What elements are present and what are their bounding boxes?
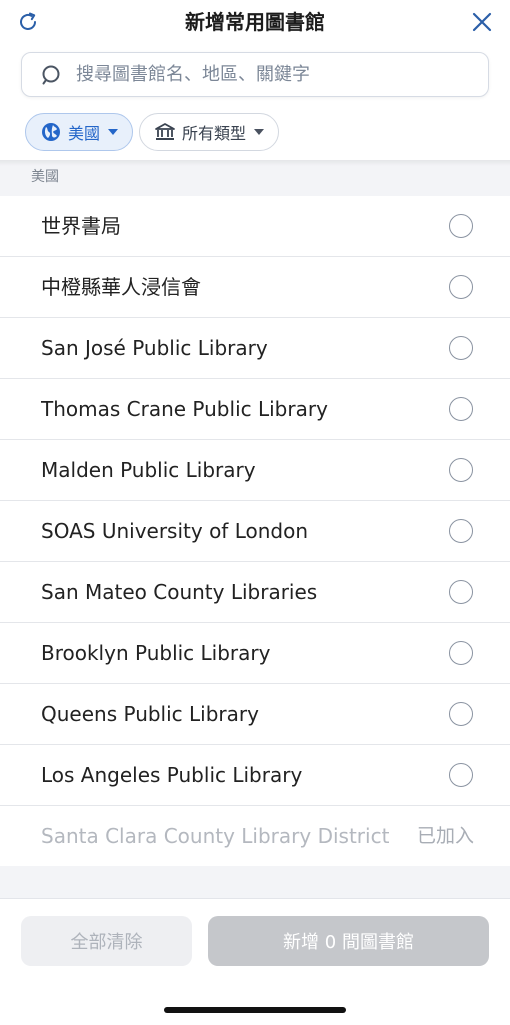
globe-icon <box>40 121 62 143</box>
library-row[interactable]: 中橙縣華人浸信會 <box>0 257 510 318</box>
clear-all-button[interactable]: 全部清除 <box>21 916 192 966</box>
chevron-down-icon <box>254 129 265 135</box>
library-row[interactable]: Thomas Crane Public Library <box>0 379 510 440</box>
select-radio[interactable] <box>449 336 473 360</box>
action-bar: 全部清除 新增 0 間圖書館 <box>0 898 510 1025</box>
select-radio[interactable] <box>449 519 473 543</box>
close-icon <box>472 12 492 32</box>
library-row[interactable]: San Mateo County Libraries <box>0 562 510 623</box>
library-building-icon <box>154 121 176 143</box>
section-label: 美國 <box>31 169 59 185</box>
home-indicator <box>164 1007 346 1013</box>
select-radio[interactable] <box>449 397 473 421</box>
library-row[interactable]: SOAS University of London <box>0 501 510 562</box>
type-filter-chip[interactable]: 所有類型 <box>139 113 280 151</box>
library-row[interactable]: Brooklyn Public Library <box>0 623 510 684</box>
library-name: San Mateo County Libraries <box>41 580 318 604</box>
library-row[interactable]: Queens Public Library <box>0 684 510 745</box>
library-name: 世界書局 <box>41 214 121 238</box>
select-radio[interactable] <box>449 214 473 238</box>
country-filter-label: 美國 <box>68 124 101 143</box>
library-list: 世界書局 中橙縣華人浸信會 San José Public Library Th… <box>0 196 510 867</box>
library-name: Brooklyn Public Library <box>41 641 271 665</box>
select-radio[interactable] <box>449 702 473 726</box>
type-filter-label: 所有類型 <box>182 124 247 143</box>
library-name: Santa Clara County Library District <box>41 824 390 848</box>
filter-bar: 美國 所有類型 <box>25 113 280 153</box>
search-icon <box>40 64 62 86</box>
library-name: San José Public Library <box>41 336 268 360</box>
select-radio[interactable] <box>449 763 473 787</box>
library-row[interactable]: 世界書局 <box>0 196 510 257</box>
library-name: SOAS University of London <box>41 519 309 543</box>
list-footer-spacer <box>0 866 510 898</box>
library-row[interactable]: Malden Public Library <box>0 440 510 501</box>
add-libraries-button[interactable]: 新增 0 間圖書館 <box>208 916 489 966</box>
select-radio[interactable] <box>449 275 473 299</box>
header: 新增常用圖書館 <box>0 0 510 44</box>
library-name: 中橙縣華人浸信會 <box>41 275 201 299</box>
search-box[interactable] <box>21 52 489 97</box>
search-input[interactable] <box>76 64 456 85</box>
select-radio[interactable] <box>449 580 473 604</box>
select-radio[interactable] <box>449 641 473 665</box>
filter-shadow <box>0 160 510 166</box>
library-name: Malden Public Library <box>41 458 256 482</box>
select-radio[interactable] <box>449 458 473 482</box>
page-title: 新增常用圖書館 <box>185 10 325 34</box>
library-row[interactable]: San José Public Library <box>0 318 510 379</box>
chevron-down-icon <box>108 129 119 135</box>
library-row-added: Santa Clara County Library District 已加入 <box>0 806 510 867</box>
library-name: Queens Public Library <box>41 702 259 726</box>
library-row[interactable]: Los Angeles Public Library <box>0 745 510 806</box>
library-name: Thomas Crane Public Library <box>41 397 328 421</box>
library-name: Los Angeles Public Library <box>41 763 303 787</box>
added-badge: 已加入 <box>416 825 474 847</box>
country-filter-chip[interactable]: 美國 <box>25 113 134 151</box>
close-button[interactable] <box>468 8 496 36</box>
